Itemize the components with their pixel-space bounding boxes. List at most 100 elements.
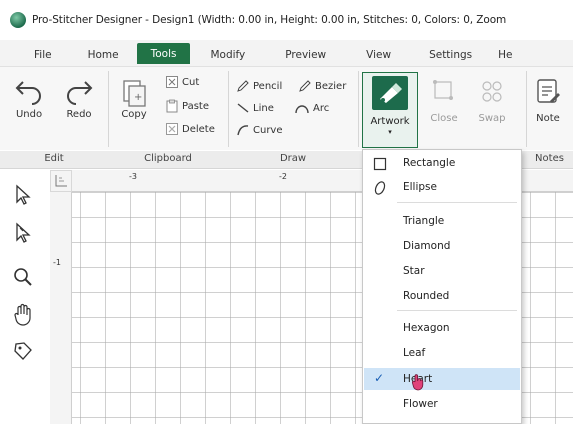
tab-modify[interactable]: Modify <box>190 44 265 66</box>
menu-item-rounded[interactable]: Rounded <box>364 285 520 307</box>
fill-tool[interactable] <box>10 338 36 364</box>
menu-item-ellipse[interactable]: Ellipse <box>364 176 520 198</box>
tab-tools[interactable]: Tools <box>136 43 191 64</box>
tab-file[interactable]: File <box>0 44 70 66</box>
menu-item-label: Rectangle <box>403 157 456 169</box>
note-label: Note <box>536 113 560 124</box>
cut-button[interactable]: Cut <box>165 75 199 89</box>
menu-item-label: Hexagon <box>403 322 450 334</box>
ribbon: Undo Redo + Copy Cut Paste Delete Pencil… <box>0 66 573 169</box>
hand-icon <box>14 303 31 326</box>
menu-item-hexagon[interactable]: Hexagon <box>364 317 520 339</box>
menu-item-heart[interactable]: ✓ Heart <box>364 368 520 391</box>
swap-label: Swap <box>478 113 506 124</box>
menu-item-label: Ellipse <box>403 181 437 193</box>
window-title: Pro-Stitcher Designer - Design1 (Width: … <box>32 14 507 26</box>
close-label: Close <box>430 113 458 124</box>
curve-icon <box>237 125 249 136</box>
menu-item-label: Leaf <box>403 347 426 359</box>
delete-button[interactable]: Delete <box>165 122 215 136</box>
chevron-down-icon: ▾ <box>388 128 392 136</box>
redo-button[interactable]: Redo <box>64 75 94 120</box>
menu-item-flower[interactable]: Flower <box>364 393 520 415</box>
tab-settings[interactable]: Settings <box>411 44 490 66</box>
close-shape-icon <box>433 80 453 100</box>
delete-label: Delete <box>182 123 215 135</box>
hand-cursor-icon <box>412 374 424 391</box>
menu-bar: File Home Tools Modify Preview View Sett… <box>0 40 573 66</box>
pointer-arrow-icon <box>16 184 31 205</box>
pencil-button[interactable]: Pencil <box>236 79 282 93</box>
note-icon <box>537 79 560 103</box>
bezier-icon <box>299 80 311 92</box>
artwork-icon <box>372 76 408 110</box>
curve-label: Curve <box>253 124 283 136</box>
arc-label: Arc <box>313 102 330 114</box>
paste-icon <box>166 99 178 113</box>
undo-icon <box>15 81 41 105</box>
bezier-label: Bezier <box>315 80 347 92</box>
undo-button[interactable]: Undo <box>14 75 44 120</box>
line-button[interactable]: Line <box>236 101 274 115</box>
group-label-edit: Edit <box>44 153 64 164</box>
artwork-dropdown-menu: Rectangle Ellipse Triangle Diamond Star … <box>362 149 522 424</box>
title-bar: Pro-Stitcher Designer - Design1 (Width: … <box>0 0 573 40</box>
ellipse-icon <box>372 180 388 196</box>
line-label: Line <box>253 102 274 114</box>
tab-view[interactable]: View <box>346 44 411 66</box>
undo-label: Undo <box>15 109 43 120</box>
ruler-label: -1 <box>53 258 61 267</box>
menu-item-rectangle[interactable]: Rectangle <box>364 152 520 174</box>
paste-label: Paste <box>182 100 209 112</box>
pencil-label: Pencil <box>253 80 283 92</box>
pencil-icon <box>237 80 249 92</box>
menu-item-leaf[interactable]: Leaf <box>364 342 520 364</box>
delete-icon <box>166 123 178 135</box>
svg-text:+: + <box>134 92 142 103</box>
tag-shape-icon <box>14 342 32 360</box>
bezier-button[interactable]: Bezier <box>298 79 346 93</box>
swap-button[interactable]: Swap <box>478 77 506 124</box>
note-button[interactable]: Note <box>534 77 562 124</box>
toolbox <box>0 170 44 424</box>
node-arrow-icon <box>16 222 31 243</box>
ruler-label: -3 <box>129 172 137 181</box>
select-arrow-tool[interactable] <box>10 182 36 208</box>
magnifier-icon <box>14 268 32 286</box>
tab-help[interactable]: He <box>490 44 520 66</box>
curve-button[interactable]: Curve <box>236 123 283 137</box>
menu-item-star[interactable]: Star <box>364 260 520 282</box>
cut-label: Cut <box>182 76 200 88</box>
group-label-notes: Notes <box>535 153 564 164</box>
copy-label: Copy <box>121 109 147 120</box>
arc-button[interactable]: Arc <box>294 101 329 115</box>
zoom-tool[interactable] <box>10 264 36 290</box>
ruler-label: -2 <box>279 172 287 181</box>
square-icon <box>372 156 388 172</box>
menu-item-label: Rounded <box>403 290 450 302</box>
tab-home[interactable]: Home <box>70 44 137 66</box>
menu-item-label: Star <box>403 265 425 277</box>
ruler-origin-icon <box>55 175 67 187</box>
group-label-clipboard: Clipboard <box>144 153 192 164</box>
redo-icon <box>67 81 93 105</box>
menu-item-diamond[interactable]: Diamond <box>364 235 520 257</box>
line-icon <box>237 103 249 113</box>
artwork-button[interactable]: Artwork ▾ <box>362 72 418 148</box>
menu-item-label: Diamond <box>403 240 451 252</box>
menu-item-label: Triangle <box>403 215 445 227</box>
close-button[interactable]: Close <box>430 77 458 124</box>
node-edit-tool[interactable] <box>10 220 36 246</box>
redo-label: Redo <box>66 109 92 120</box>
copy-button[interactable]: + Copy <box>120 77 148 120</box>
vertical-ruler: -1 <box>50 192 72 424</box>
menu-item-triangle[interactable]: Triangle <box>364 210 520 232</box>
ruler-origin-button[interactable] <box>50 170 72 192</box>
paste-button[interactable]: Paste <box>165 99 209 113</box>
pan-tool[interactable] <box>10 302 36 328</box>
checkmark-icon: ✓ <box>374 371 385 385</box>
arc-icon <box>295 105 309 114</box>
group-label-draw: Draw <box>279 153 307 164</box>
tab-preview[interactable]: Preview <box>265 44 346 66</box>
menu-item-label: Flower <box>403 398 438 410</box>
